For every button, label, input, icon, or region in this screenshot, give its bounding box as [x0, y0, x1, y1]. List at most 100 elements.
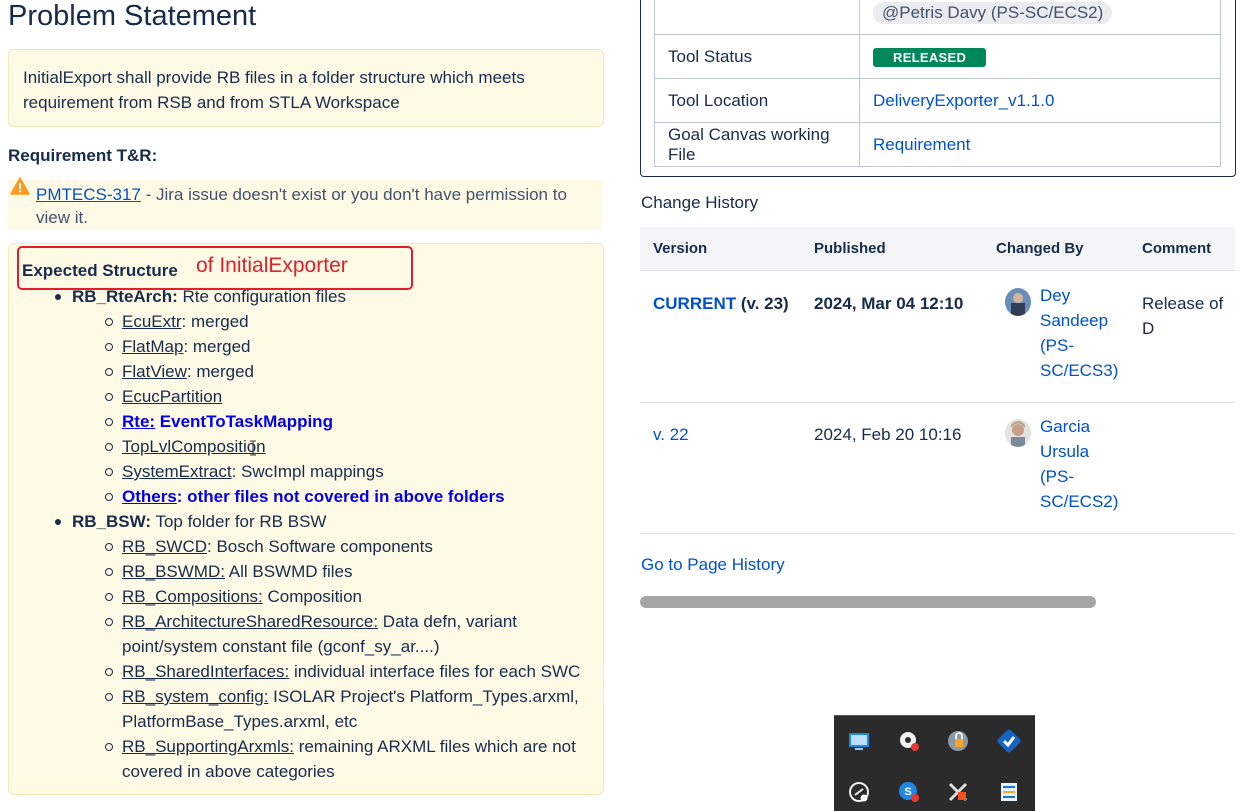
tree-item: EcuExtr: merged [122, 309, 249, 334]
folder-desc-cont: PlatformBase_Types.arxml, etc [122, 712, 358, 731]
avatar[interactable] [1005, 288, 1031, 316]
tree-item: RB_SWCD: Bosch Software components [122, 534, 433, 559]
tool-status-label: Tool Status [654, 34, 860, 79]
horizontal-scrollbar[interactable] [640, 596, 1096, 608]
changed-by-link[interactable]: Dey Sandeep (PS- SC/ECS3) [1040, 283, 1118, 383]
version-suffix: (v. 23) [736, 294, 789, 313]
folder-desc: : Bosch Software components [207, 537, 433, 556]
folder-desc-cont: point/system constant file (gconf_sy_ar.… [122, 637, 440, 656]
folder-link[interactable]: Rte: [122, 412, 155, 431]
group-name: RB_BSW: [72, 512, 152, 531]
bullet-icon [55, 294, 61, 300]
goal-canvas-link[interactable]: Requirement [873, 135, 970, 154]
folder-desc: : merged [186, 362, 254, 381]
table-row: CURRENT (v. 23) 2024, Mar 04 12:10 Dey Sa… [640, 271, 1235, 403]
tree-item: Rte: EventToTaskMapping [122, 409, 333, 434]
tree-item: RB_ArchitectureSharedResource: Data defn… [122, 609, 517, 634]
circle-bullet-icon [105, 318, 113, 326]
folder-link[interactable]: RB_Compositions: [122, 587, 263, 606]
version-link[interactable]: v. 22 [653, 425, 689, 444]
folder-link[interactable]: Others [122, 487, 177, 506]
jira-warning: PMTECS-317 - Jira issue doesn't exist or… [8, 177, 602, 230]
structure-tree: RB_RteArch: Rte configuration files EcuEx… [9, 244, 603, 794]
table-header: Version Published Changed By Comment [640, 227, 1235, 271]
warning-icon [10, 177, 30, 195]
text-cursor-icon [250, 440, 256, 456]
owner-mention[interactable]: @Petris Davy (PS-SC/ECS2) [873, 1, 1113, 24]
problem-text: InitialExport shall provide RB files in … [23, 68, 525, 112]
folder-desc: : merged [181, 312, 249, 331]
annotation-text: of InitialExporter [196, 254, 348, 277]
published-date: 2024, Mar 04 12:10 [814, 294, 964, 313]
tree-item: SystemExtract: SwcImpl mappings [122, 459, 384, 484]
folder-desc: EventToTaskMapping [155, 412, 333, 431]
folder-desc: : other files not covered in above folde… [176, 487, 505, 506]
folder-desc: Composition [262, 587, 363, 606]
folder-desc: Data defn, variant [378, 612, 517, 631]
circle-bullet-icon [105, 543, 113, 551]
tools-icon[interactable] [946, 780, 970, 804]
folder-link[interactable]: SystemExtract [122, 462, 232, 481]
circle-bullet-icon [105, 493, 113, 501]
circle-bullet-icon [105, 393, 113, 401]
folder-link[interactable]: RB_system_config: [122, 687, 268, 706]
col-version: Version [653, 240, 708, 257]
tree-item: RB_system_config: ISOLAR Project's Platf… [122, 684, 579, 709]
svg-text:S: S [904, 786, 911, 798]
skype-icon[interactable]: S [897, 780, 921, 804]
tree-item: TopLvlComposition [122, 434, 266, 459]
circle-bullet-icon [105, 693, 113, 701]
status-badge: RELEASED [873, 47, 987, 67]
tree-item: RB_BSWMD: All BSWMD files [122, 559, 353, 584]
changed-by-link[interactable]: Garcia Ursula (PS- SC/ECS2) [1040, 414, 1118, 514]
circle-bullet-icon [105, 443, 113, 451]
col-comment: Comment [1142, 240, 1212, 257]
owner-row: @Petris Davy (PS-SC/ECS2) [654, 0, 1221, 35]
tool-location-link[interactable]: DeliveryExporter_v1.1.0 [873, 91, 1054, 110]
folder-link[interactable]: FlatView [122, 362, 187, 381]
lock-icon[interactable] [946, 729, 970, 753]
version-link[interactable]: CURRENT [653, 294, 736, 313]
circle-bullet-icon [105, 568, 113, 576]
notes-icon[interactable] [997, 780, 1021, 804]
folder-desc: ISOLAR Project's Platform_Types.arxml, [268, 687, 579, 706]
folder-link[interactable]: EcucPartition [122, 387, 222, 406]
folder-desc: remaining ARXML files which are not [293, 737, 576, 756]
folder-link[interactable]: RB_SharedInterfaces: [122, 662, 289, 681]
folder-link[interactable]: FlatMap [122, 337, 183, 356]
circle-bullet-icon [105, 343, 113, 351]
jira-link[interactable]: PMTECS-317 [36, 185, 141, 204]
goal-canvas-row: Goal Canvas working File Requirement [654, 122, 1221, 167]
folder-link[interactable]: RB_ArchitectureSharedResource: [122, 612, 378, 631]
requirement-heading: Requirement T&R: [8, 146, 158, 165]
folder-link[interactable]: TopLvlComposition [122, 437, 266, 456]
tree-item: EcucPartition [122, 384, 222, 409]
tree-item: RB_SupportingArxmls: remaining ARXML fil… [122, 734, 576, 759]
published-date: 2024, Feb 20 10:16 [814, 425, 962, 444]
tree-item: Others: other files not covered in above… [122, 484, 505, 509]
folder-link[interactable]: RB_SupportingArxmls: [122, 737, 294, 756]
avatar[interactable] [1005, 419, 1031, 447]
settings-icon[interactable] [897, 729, 921, 753]
circle-bullet-icon [105, 368, 113, 376]
folder-desc: individual interface files for each SWC [289, 662, 581, 681]
folder-desc: All BSWMD files [224, 562, 353, 581]
tree-group: RB_BSW: Top folder for RB BSW [72, 509, 326, 534]
circle-bullet-icon [105, 468, 113, 476]
col-changed-by: Changed By [996, 240, 1084, 257]
folder-link[interactable]: RB_SWCD [122, 537, 207, 556]
folder-link[interactable]: RB_BSWMD: [122, 562, 225, 581]
system-tray-popup: S [834, 715, 1035, 811]
folder-desc: : merged [183, 337, 251, 356]
check-shield-icon[interactable] [997, 729, 1021, 753]
go-to-page-history-link[interactable]: Go to Page History [641, 555, 785, 575]
circle-bullet-icon [105, 743, 113, 751]
tree-item: FlatMap: merged [122, 334, 251, 359]
tree-item: RB_Compositions: Composition [122, 584, 362, 609]
problem-panel: InitialExport shall provide RB files in … [8, 49, 604, 127]
speed-icon[interactable] [847, 780, 871, 804]
tree-item: FlatView: merged [122, 359, 254, 384]
tool-location-row: Tool Location DeliveryExporter_v1.1.0 [654, 78, 1221, 123]
network-icon[interactable] [847, 729, 871, 753]
folder-link[interactable]: EcuExtr [122, 312, 182, 331]
